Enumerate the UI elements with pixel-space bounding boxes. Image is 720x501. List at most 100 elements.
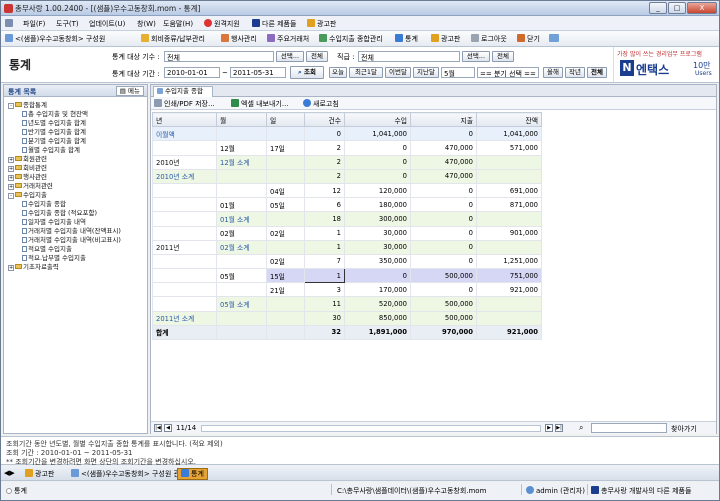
cell-count[interactable]: 18 <box>304 211 345 227</box>
last-year-button[interactable]: 작년 <box>565 67 585 78</box>
cell-income[interactable]: 1,891,000 <box>344 324 411 341</box>
cell-day[interactable] <box>266 324 305 341</box>
toolbar-logout[interactable]: 로그아웃 <box>471 34 507 44</box>
cell-month[interactable] <box>216 282 267 298</box>
first-page-button[interactable]: |◀ <box>154 424 162 432</box>
cell-year[interactable]: 2010년 <box>152 154 217 170</box>
menu-other-products[interactable]: 다른 제품들 <box>252 19 296 29</box>
cell-income[interactable]: 0 <box>344 268 411 284</box>
toolbar-statistics[interactable]: 통계 <box>395 34 418 44</box>
cell-year[interactable]: 2010년 소계 <box>152 168 217 184</box>
prev-month-button[interactable]: 지난달 <box>413 67 439 78</box>
date-to-input[interactable]: 2011-05-31 <box>230 67 286 78</box>
last-page-button[interactable]: ▶| <box>555 424 563 432</box>
cell-day[interactable]: 02일 <box>266 253 305 270</box>
cell-day[interactable] <box>266 168 305 184</box>
cell-year[interactable] <box>152 268 217 284</box>
this-year-button[interactable]: 올해 <box>543 67 563 78</box>
col-header-count[interactable]: 건수 <box>304 111 345 128</box>
cell-count[interactable]: 6 <box>304 197 345 213</box>
cell-balance[interactable] <box>476 239 542 255</box>
cell-expense[interactable]: 0 <box>410 197 477 213</box>
cell-income[interactable]: 300,000 <box>344 211 411 227</box>
col-header-balance[interactable]: 잔액 <box>476 111 542 128</box>
cell-expense[interactable]: 470,000 <box>410 154 477 170</box>
cell-income[interactable]: 1,041,000 <box>344 126 411 142</box>
cell-year[interactable]: 이월액 <box>152 126 217 142</box>
table-row[interactable]: 12월 17일 2 0 470,000 571,000 <box>152 140 542 156</box>
cell-day[interactable] <box>266 211 305 227</box>
cell-day[interactable]: 21일 <box>266 282 305 298</box>
cell-balance[interactable]: 1,041,000 <box>476 126 542 142</box>
prev-page-button[interactable]: ◀ <box>164 424 172 432</box>
cell-count[interactable]: 1 <box>304 268 345 284</box>
cell-expense[interactable]: 500,000 <box>410 310 477 326</box>
cell-income[interactable]: 0 <box>344 154 411 170</box>
cell-day[interactable] <box>266 310 305 326</box>
cell-balance[interactable] <box>476 168 542 184</box>
cell-month[interactable] <box>216 253 267 270</box>
status-other-products[interactable]: 총무사랑 개발사의 다른 제품들 <box>591 486 691 496</box>
cell-year[interactable] <box>152 182 217 199</box>
cell-balance[interactable]: 571,000 <box>476 140 542 156</box>
cell-year[interactable]: 2011년 소계 <box>152 310 217 326</box>
cell-year[interactable]: 합계 <box>152 324 217 341</box>
cell-income[interactable]: 170,000 <box>344 282 411 298</box>
cell-day[interactable]: 04일 <box>266 182 305 199</box>
cell-day[interactable] <box>266 296 305 312</box>
menu-tools[interactable]: 도구(T) <box>56 19 79 29</box>
menu-remote-support[interactable]: 원격지원 <box>204 19 240 29</box>
table-row[interactable]: 2010년 소계 2 0 470,000 <box>152 168 542 184</box>
find-button[interactable]: 찾아가기 <box>671 424 697 434</box>
cell-year[interactable] <box>152 225 217 241</box>
toolbar-billboard[interactable]: 광고판 <box>431 34 460 44</box>
cell-balance[interactable]: 751,000 <box>476 268 542 284</box>
cell-month[interactable]: 02월 <box>216 225 267 241</box>
cell-month[interactable] <box>216 126 267 142</box>
cell-count[interactable]: 12 <box>304 182 345 199</box>
search-button[interactable]: ⌕ 조회 <box>290 66 324 79</box>
cell-year[interactable] <box>152 140 217 156</box>
cell-income[interactable]: 0 <box>344 140 411 156</box>
cell-expense[interactable]: 500,000 <box>410 268 477 284</box>
menu-update[interactable]: 업데이트(U) <box>89 19 125 29</box>
cell-month[interactable] <box>216 168 267 184</box>
export-excel-button[interactable]: 엑셀 내보내기... <box>231 99 289 109</box>
col-header-month[interactable]: 월 <box>216 111 267 128</box>
find-input[interactable] <box>591 423 667 433</box>
menu-file[interactable]: 파일(F) <box>23 19 45 29</box>
table-row[interactable]: 02일 7 350,000 0 1,251,000 <box>152 253 542 270</box>
cell-count[interactable]: 32 <box>304 324 345 341</box>
cell-balance[interactable]: 691,000 <box>476 182 542 199</box>
cell-day[interactable]: 17일 <box>266 140 305 156</box>
cell-expense[interactable]: 500,000 <box>410 296 477 312</box>
cell-balance[interactable]: 1,251,000 <box>476 253 542 270</box>
cell-expense[interactable]: 970,000 <box>410 324 477 341</box>
cell-year[interactable] <box>152 197 217 213</box>
taskbar-members[interactable]: <(샘플)우수고동창회> 구성원 관리 <box>71 469 186 479</box>
cell-month[interactable]: 12월 <box>216 140 267 156</box>
mail-icon[interactable] <box>549 34 561 43</box>
col-header-income[interactable]: 수입 <box>344 111 411 128</box>
cell-income[interactable]: 520,000 <box>344 296 411 312</box>
last-month-range-button[interactable]: 최근1달 <box>349 67 383 78</box>
toolbar-income-expense[interactable]: 수입지출 종합관리 <box>319 34 383 44</box>
cell-expense[interactable]: 0 <box>410 225 477 241</box>
table-row[interactable]: 2011년 02월 소계 1 30,000 0 <box>152 239 542 255</box>
cell-month[interactable]: 02월 소계 <box>216 239 267 255</box>
close-button[interactable]: X <box>687 2 717 14</box>
cell-year[interactable] <box>152 253 217 270</box>
table-row[interactable]: 02월 02일 1 30,000 0 901,000 <box>152 225 542 241</box>
cell-month[interactable]: 01월 <box>216 197 267 213</box>
cell-count[interactable]: 2 <box>304 168 345 184</box>
period-select-button[interactable]: 선택... <box>276 51 304 62</box>
cell-balance[interactable] <box>476 154 542 170</box>
this-month-button[interactable]: 이번달 <box>385 67 411 78</box>
brand-banner[interactable]: 가장 많이 쓰는 경리업무 프로그램 N 엔택스 10만 Users <box>613 47 719 82</box>
taskbar-billboard[interactable]: 광고판 <box>25 469 54 479</box>
refresh-button[interactable]: 새로고침 <box>303 99 339 109</box>
cell-month[interactable] <box>216 324 267 341</box>
cell-balance[interactable] <box>476 296 542 312</box>
cell-expense[interactable]: 0 <box>410 282 477 298</box>
table-row[interactable]: 05월 소계 11 520,000 500,000 <box>152 296 542 312</box>
